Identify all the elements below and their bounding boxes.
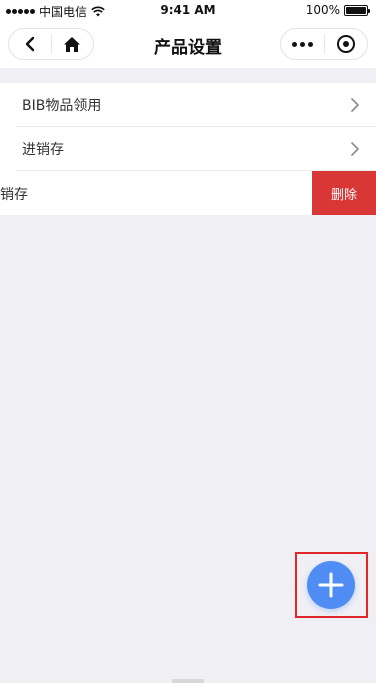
swiped-item-label: 进销存: [0, 187, 28, 203]
battery-icon: [344, 4, 370, 16]
delete-button[interactable]: 删除: [312, 171, 376, 215]
more-dots-icon: [291, 41, 313, 47]
status-right: 100%: [305, 3, 370, 17]
list-item-label: 进销存: [22, 142, 64, 158]
target-circle-icon: [336, 35, 355, 53]
battery-percent: 100%: [305, 3, 340, 17]
status-bar: 中国电信 9:41 AM 100%: [0, 0, 376, 20]
add-button[interactable]: [307, 561, 355, 609]
list-item-bib[interactable]: BIB物品领用: [0, 83, 376, 127]
list-item-inventory[interactable]: 进销存: [0, 127, 376, 171]
more-button[interactable]: [281, 29, 324, 59]
plus-icon: [318, 572, 344, 598]
list-item-label: BIB物品领用: [22, 98, 102, 114]
settings-list: BIB物品领用 进销存 进销存 删除: [0, 83, 376, 215]
swiped-list-item[interactable]: 进销存 删除: [0, 171, 376, 215]
chevron-right-icon: [351, 142, 359, 156]
nav-bar: 产品设置: [0, 20, 376, 68]
nav-capsule-right: [280, 28, 368, 60]
home-indicator: [172, 679, 204, 683]
close-miniprogram-button[interactable]: [324, 29, 367, 59]
chevron-right-icon: [351, 98, 359, 112]
phone-screen: 中国电信 9:41 AM 100% 产品设置 BIB物品领用 进销存 销存 删除: [0, 0, 376, 683]
